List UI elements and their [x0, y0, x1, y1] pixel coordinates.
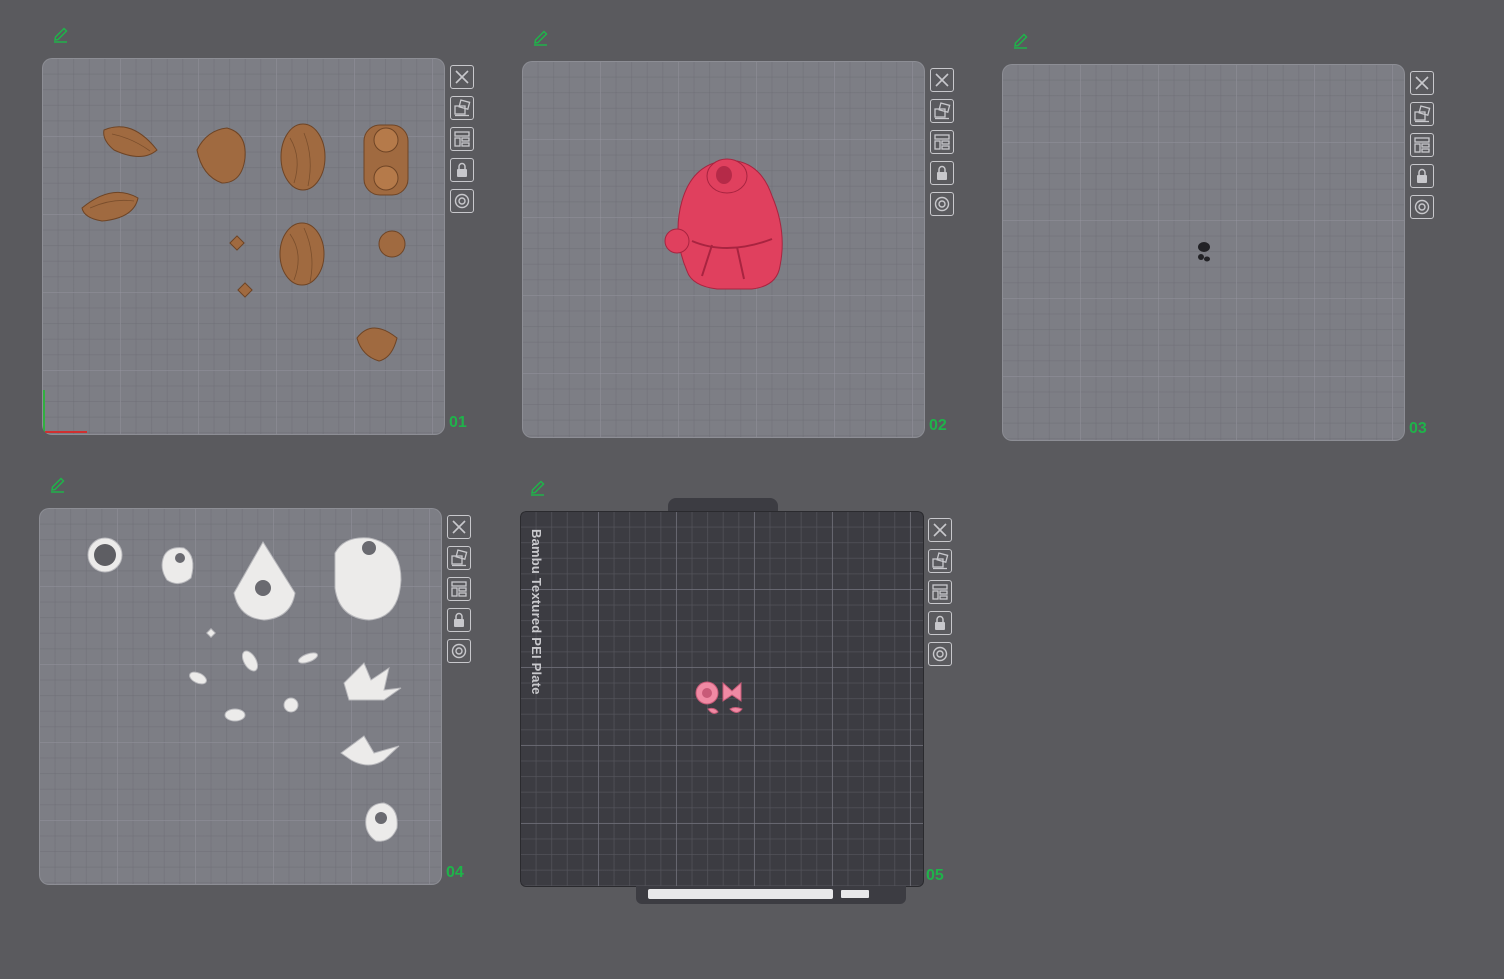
close-icon[interactable]	[447, 515, 471, 539]
plate-number: 04	[446, 864, 464, 881]
arrange-icon[interactable]	[1410, 133, 1434, 157]
plate-models	[1198, 242, 1210, 262]
build-plate[interactable]	[522, 61, 925, 438]
plate-number: 05	[926, 867, 944, 884]
auto-orient-icon[interactable]	[447, 546, 471, 570]
close-icon[interactable]	[450, 65, 474, 89]
model-white-parts	[87, 537, 402, 842]
settings-icon[interactable]	[928, 642, 952, 666]
edit-plate-icon[interactable]	[52, 26, 70, 44]
build-plate[interactable]	[1002, 64, 1405, 441]
model-small-black	[1198, 242, 1210, 262]
lock-icon[interactable]	[1410, 164, 1434, 188]
plate-bottom-strip	[636, 886, 906, 904]
plate-toolbar	[447, 515, 471, 663]
arrange-icon[interactable]	[450, 127, 474, 151]
auto-orient-icon[interactable]	[450, 96, 474, 120]
lock-icon[interactable]	[930, 161, 954, 185]
settings-icon[interactable]	[1410, 195, 1434, 219]
settings-icon[interactable]	[447, 639, 471, 663]
plate-toolbar	[450, 65, 474, 213]
auto-orient-icon[interactable]	[928, 549, 952, 573]
plate-models	[664, 158, 783, 290]
plate-number: 03	[1409, 420, 1427, 437]
model-pink-parts	[695, 681, 743, 714]
arrange-icon[interactable]	[930, 130, 954, 154]
plate-toolbar	[1410, 71, 1434, 219]
plate-number: 01	[449, 414, 467, 431]
lock-icon[interactable]	[450, 158, 474, 182]
plate-toolbar	[930, 68, 954, 216]
close-icon[interactable]	[1410, 71, 1434, 95]
build-plate[interactable]: Bambu Textured PEI Plate	[520, 511, 924, 887]
arrange-icon[interactable]	[928, 580, 952, 604]
lock-icon[interactable]	[928, 611, 952, 635]
settings-icon[interactable]	[930, 192, 954, 216]
plate-toolbar	[928, 518, 952, 666]
plate-models	[43, 123, 409, 433]
auto-orient-icon[interactable]	[930, 99, 954, 123]
settings-icon[interactable]	[450, 189, 474, 213]
close-icon[interactable]	[930, 68, 954, 92]
model-part	[81, 123, 409, 362]
plate-models	[87, 537, 402, 842]
plate-models	[695, 681, 743, 714]
build-plate[interactable]	[42, 58, 445, 435]
edit-plate-icon[interactable]	[532, 29, 550, 47]
arrange-icon[interactable]	[447, 577, 471, 601]
plate-number: 02	[929, 417, 947, 434]
edit-plate-icon[interactable]	[529, 479, 547, 497]
edit-plate-icon[interactable]	[49, 476, 67, 494]
close-icon[interactable]	[928, 518, 952, 542]
edit-plate-icon[interactable]	[1012, 32, 1030, 50]
lock-icon[interactable]	[447, 608, 471, 632]
build-plate[interactable]	[39, 508, 442, 885]
auto-orient-icon[interactable]	[1410, 102, 1434, 126]
